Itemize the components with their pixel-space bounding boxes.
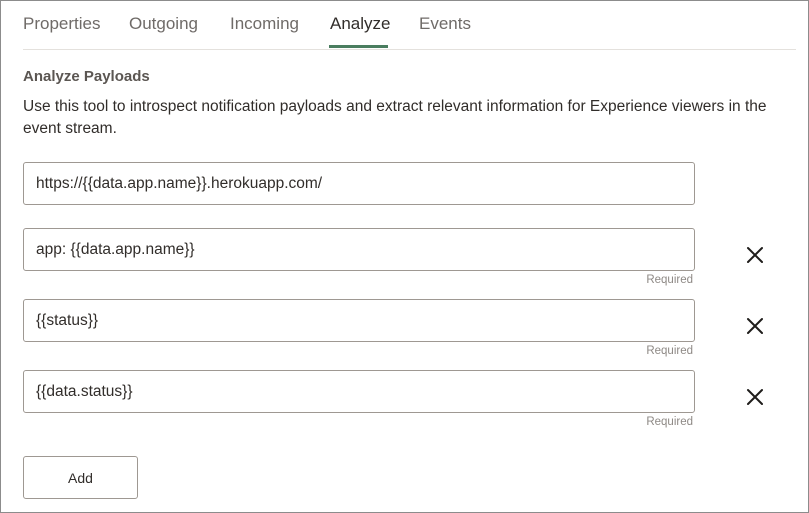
- tab-incoming[interactable]: Incoming: [230, 14, 299, 34]
- close-icon: [747, 247, 763, 263]
- analyze-panel: Properties Outgoing Incoming Analyze Eve…: [0, 0, 809, 513]
- remove-expression-1-button[interactable]: [743, 243, 767, 267]
- tab-events[interactable]: Events: [419, 14, 471, 34]
- required-hint-2: Required: [646, 345, 693, 357]
- expression-input-2[interactable]: [23, 299, 695, 342]
- section-title: Analyze Payloads: [23, 68, 150, 85]
- tab-analyze[interactable]: Analyze: [330, 14, 390, 34]
- active-tab-indicator: [329, 45, 388, 48]
- add-button[interactable]: Add: [23, 456, 138, 499]
- tab-outgoing[interactable]: Outgoing: [129, 14, 198, 34]
- required-hint-3: Required: [646, 416, 693, 428]
- tab-properties[interactable]: Properties: [23, 14, 100, 34]
- url-input[interactable]: [23, 162, 695, 205]
- close-icon: [747, 389, 763, 405]
- required-hint-1: Required: [646, 274, 693, 286]
- section-description: Use this tool to introspect notification…: [23, 98, 767, 137]
- expression-input-1[interactable]: [23, 228, 695, 271]
- expression-input-3[interactable]: [23, 370, 695, 413]
- remove-expression-3-button[interactable]: [743, 385, 767, 409]
- close-icon: [747, 318, 763, 334]
- tab-bar: Properties Outgoing Incoming Analyze Eve…: [23, 1, 796, 50]
- remove-expression-2-button[interactable]: [743, 314, 767, 338]
